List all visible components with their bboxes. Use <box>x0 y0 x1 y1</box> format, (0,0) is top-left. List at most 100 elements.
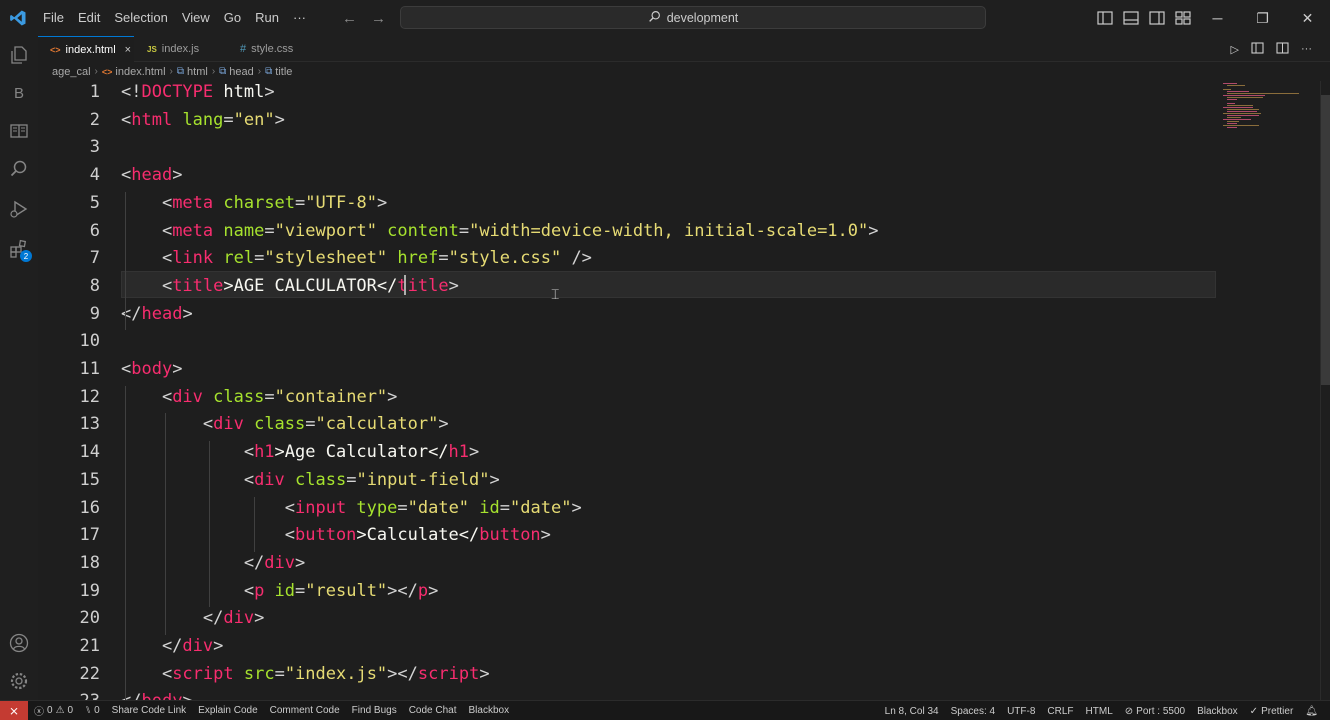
toggle-secondary-sidebar-icon[interactable] <box>1148 9 1166 27</box>
problems-indicator[interactable]: ⓧ 0 ⚠ 0 <box>28 703 79 718</box>
code-token: src <box>233 663 275 684</box>
breadcrumb-head[interactable]: head <box>229 66 253 78</box>
run-debug-icon[interactable] <box>0 190 38 228</box>
comment-code[interactable]: Comment Code <box>264 705 346 716</box>
title-bar: File Edit Selection View Go Run ··· ← → … <box>0 0 1330 36</box>
tab-style-css[interactable]: # style.css <box>228 36 330 62</box>
line-number: 1 <box>89 82 100 102</box>
code-token: p <box>254 580 265 601</box>
customize-layout-icon[interactable] <box>1174 9 1192 27</box>
more-actions-icon[interactable]: ··· <box>1301 43 1312 55</box>
tab-bar: <> index.html × JS index.js # style.css … <box>38 36 1330 62</box>
code-token: = <box>305 414 316 435</box>
minimize-icon[interactable]: ─ <box>1195 0 1240 36</box>
code-line: <div class="container"> <box>121 386 397 414</box>
code-token: < <box>121 192 173 213</box>
menu-go[interactable]: Go <box>217 0 248 36</box>
split-editor-icon[interactable] <box>1276 41 1289 57</box>
book-icon[interactable] <box>0 112 38 150</box>
language-mode[interactable]: HTML <box>1080 706 1119 717</box>
navigation-arrows: ← → <box>342 0 386 36</box>
notifications-bell-icon[interactable]: 🔔︎ <box>1299 706 1324 717</box>
share-code-link[interactable]: Share Code Link <box>106 705 193 716</box>
code-token: ></ <box>387 580 418 601</box>
blackbox-left[interactable]: Blackbox <box>463 705 516 716</box>
code-token: < <box>121 580 255 601</box>
code-line: </body> <box>121 690 193 700</box>
code-line: <input type="date" id="date"> <box>121 497 582 525</box>
code-token: class <box>202 386 265 407</box>
cursor-position[interactable]: Ln 8, Col 34 <box>879 706 945 717</box>
forward-arrow-icon[interactable]: → <box>371 10 386 27</box>
account-icon[interactable] <box>0 624 38 662</box>
code-line: <meta charset="UTF-8"> <box>121 192 387 220</box>
menu-more[interactable]: ··· <box>286 0 313 36</box>
minimap-line <box>1227 127 1237 128</box>
search-icon[interactable] <box>0 150 38 188</box>
find-bugs[interactable]: Find Bugs <box>346 705 403 716</box>
indentation[interactable]: Spaces: 4 <box>945 706 1001 717</box>
menu-file[interactable]: File <box>36 0 71 36</box>
double-check-icon: ✓ <box>1249 705 1259 717</box>
prettier-status[interactable]: ✓ Prettier <box>1244 706 1300 717</box>
line-number: 14 <box>79 442 100 463</box>
breadcrumb-html[interactable]: html <box>187 66 208 78</box>
explain-code[interactable]: Explain Code <box>192 705 263 716</box>
code-token: id <box>264 580 296 601</box>
code-chat[interactable]: Code Chat <box>403 705 463 716</box>
line-number: 2 <box>89 109 100 130</box>
tab-index-js[interactable]: JS index.js <box>135 36 227 62</box>
code-token: ></ <box>387 663 418 684</box>
line-ending[interactable]: CRLF <box>1041 706 1079 717</box>
code-text-area[interactable]: <!DOCTYPE html> <html lang="en"> <head> <m… <box>121 81 1221 700</box>
code-token: = <box>223 109 234 130</box>
code-editor[interactable]: 1234567891011121314151617181920212223 <!… <box>38 81 1330 700</box>
remote-indicator-icon[interactable]: ⨯ <box>0 700 28 720</box>
minimap[interactable] <box>1223 81 1313 141</box>
code-token: = <box>346 469 357 490</box>
blackbox-icon[interactable]: B <box>0 74 38 112</box>
command-center-text: development <box>666 10 739 25</box>
code-token: class <box>284 469 347 490</box>
code-token: "viewport" <box>274 220 377 241</box>
code-token: head <box>141 303 183 324</box>
menu-selection[interactable]: Selection <box>107 0 174 36</box>
encoding[interactable]: UTF-8 <box>1001 706 1041 717</box>
breadcrumb-title[interactable]: title <box>275 66 292 78</box>
minimap-line <box>1227 103 1235 104</box>
menu-edit[interactable]: Edit <box>71 0 107 36</box>
toggle-panel-icon[interactable] <box>1122 9 1140 27</box>
code-token: > <box>479 663 490 684</box>
line-number: 23 <box>38 690 100 700</box>
menu-view[interactable]: View <box>175 0 217 36</box>
tab-close-icon[interactable]: × <box>125 44 131 56</box>
vertical-scrollbar-thumb[interactable] <box>1321 95 1330 385</box>
menu-run[interactable]: Run <box>248 0 286 36</box>
close-icon[interactable]: ✕ <box>1285 0 1330 36</box>
breadcrumb-folder[interactable]: age_cal <box>52 66 91 78</box>
settings-gear-icon[interactable] <box>0 662 38 700</box>
line-number-gutter: 1234567891011121314151617181920212223 <box>38 81 100 700</box>
code-token: > <box>182 303 193 324</box>
explorer-icon[interactable] <box>0 36 38 74</box>
code-token: "width=device-width, initial-scale=1.0" <box>469 220 869 241</box>
command-center-search[interactable]: development <box>400 6 986 29</box>
restore-icon[interactable]: ❐ <box>1240 0 1285 36</box>
code-token: > <box>387 386 398 407</box>
breadcrumb-file[interactable]: index.html <box>115 66 165 78</box>
code-line: </div> <box>121 635 223 663</box>
ports-indicator[interactable]: ⑊ 0 <box>79 705 106 716</box>
code-token: > <box>213 636 224 656</box>
back-arrow-icon[interactable]: ← <box>342 10 357 27</box>
extensions-icon[interactable]: 2 <box>0 230 38 268</box>
line-number: 22 <box>79 663 100 684</box>
minimap-line <box>1227 105 1253 106</box>
run-file-icon[interactable]: ▷ <box>1231 43 1239 56</box>
blackbox-right[interactable]: Blackbox <box>1191 706 1244 717</box>
code-token: = <box>274 663 285 684</box>
open-preview-icon[interactable] <box>1251 41 1264 57</box>
tab-index-html[interactable]: <> index.html × <box>38 36 134 62</box>
live-server-port[interactable]: ⊘ Port : 5500 <box>1119 706 1191 717</box>
line-number: 21 <box>79 636 100 656</box>
toggle-primary-sidebar-icon[interactable] <box>1096 9 1114 27</box>
